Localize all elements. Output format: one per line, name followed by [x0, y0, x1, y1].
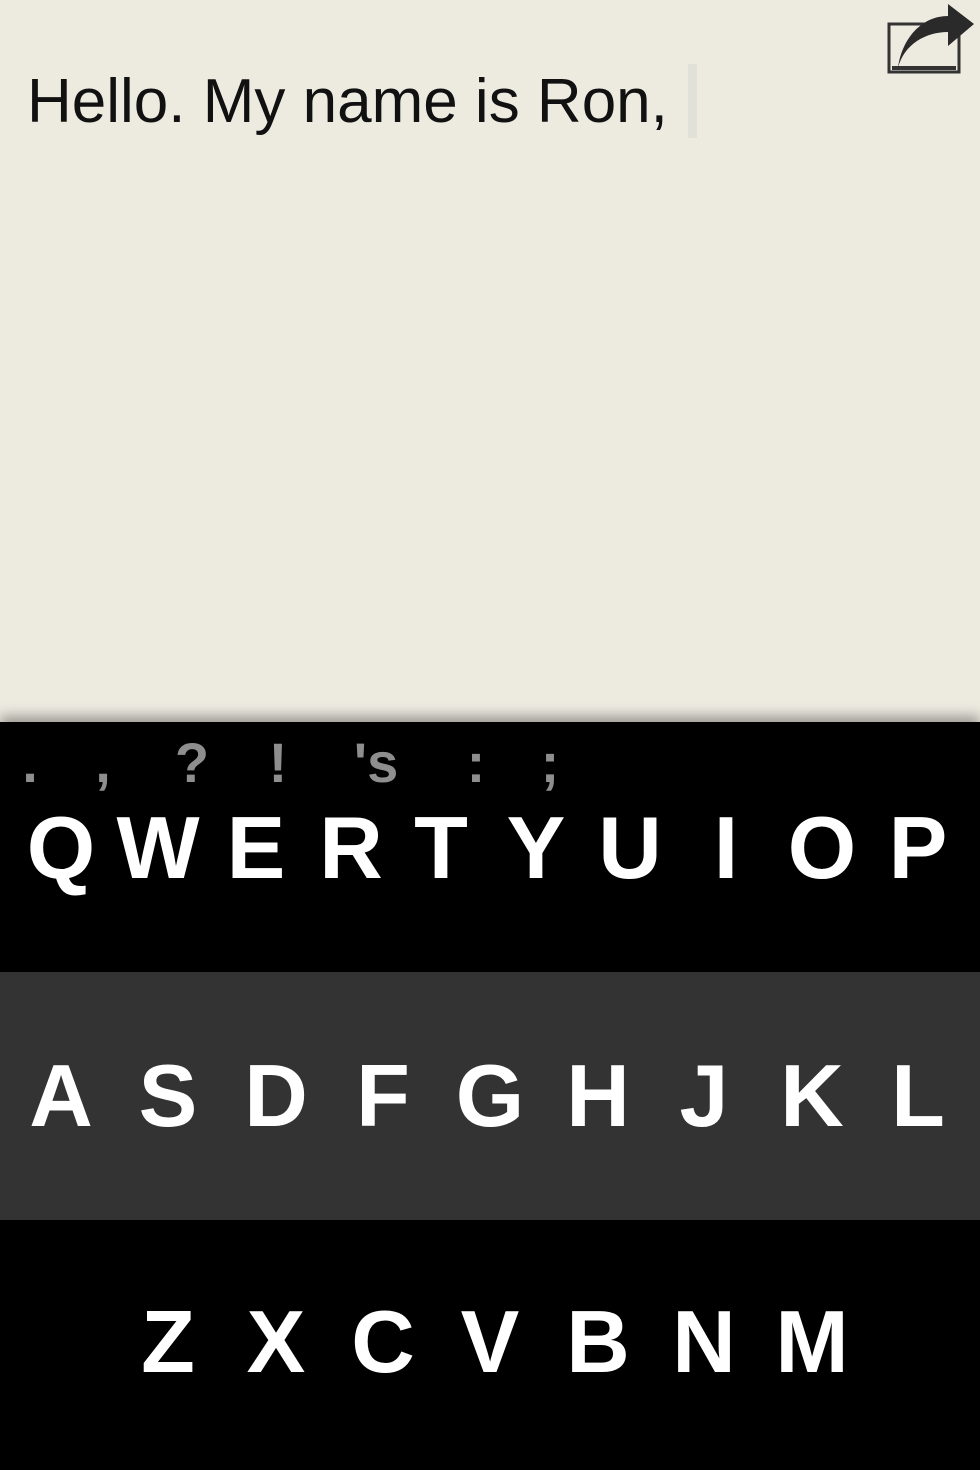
key-g[interactable]: G — [456, 1046, 524, 1146]
key-w[interactable]: W — [116, 798, 199, 898]
key-i[interactable]: I — [714, 798, 738, 898]
editor-text: Hello. My name is Ron, — [27, 67, 668, 136]
key-u[interactable]: U — [598, 798, 662, 898]
text-editor[interactable]: Hello. My name is Ron, — [0, 0, 980, 722]
key-h[interactable]: H — [566, 1046, 630, 1146]
key-y[interactable]: Y — [507, 798, 566, 898]
key-v[interactable]: V — [461, 1292, 520, 1392]
key-t[interactable]: T — [414, 798, 468, 898]
keyboard: . , ? ! 's : ; Q W E R T Y U I O P A S D… — [0, 722, 980, 1470]
share-arrow-icon — [887, 4, 974, 74]
key-colon[interactable]: : — [467, 728, 486, 798]
key-j[interactable]: J — [680, 1046, 729, 1146]
key-d[interactable]: D — [244, 1046, 308, 1146]
key-a[interactable]: A — [29, 1046, 93, 1146]
keyboard-row-1: . , ? ! 's : ; Q W E R T Y U I O P — [0, 722, 980, 972]
key-q[interactable]: Q — [27, 798, 95, 898]
key-x[interactable]: X — [247, 1292, 306, 1392]
keyboard-row-3: Z X C V B N M — [0, 1220, 980, 1470]
key-m[interactable]: M — [775, 1292, 848, 1392]
keyboard-row-2: A S D F G H J K L — [0, 972, 980, 1220]
key-b[interactable]: B — [566, 1292, 630, 1392]
key-f[interactable]: F — [356, 1046, 410, 1146]
key-s[interactable]: S — [139, 1046, 198, 1146]
key-question[interactable]: ? — [175, 728, 209, 798]
key-e[interactable]: E — [227, 798, 286, 898]
share-button[interactable] — [886, 4, 976, 76]
key-o[interactable]: O — [788, 798, 856, 898]
key-n[interactable]: N — [672, 1292, 736, 1392]
editor-text-line: Hello. My name is Ron, — [27, 64, 697, 140]
key-comma[interactable]: , — [95, 728, 111, 798]
key-semicolon[interactable]: ; — [541, 728, 560, 798]
key-period[interactable]: . — [22, 728, 38, 798]
key-exclamation[interactable]: ! — [269, 728, 288, 798]
key-r[interactable]: R — [319, 798, 383, 898]
key-p[interactable]: P — [889, 798, 948, 898]
key-apostrophe-s[interactable]: 's — [354, 728, 398, 798]
key-k[interactable]: K — [780, 1046, 844, 1146]
text-cursor — [687, 64, 697, 138]
key-c[interactable]: C — [351, 1292, 415, 1392]
key-z[interactable]: Z — [141, 1292, 195, 1392]
key-l[interactable]: L — [891, 1046, 945, 1146]
